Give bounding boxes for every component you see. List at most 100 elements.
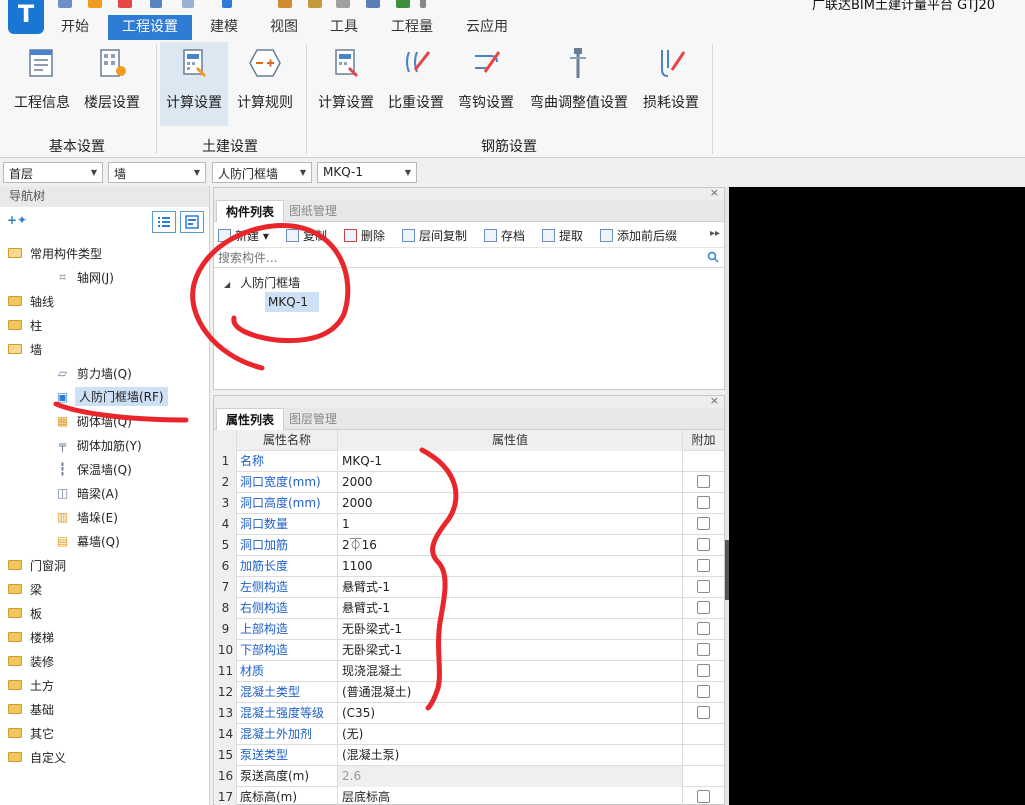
tab-drawing-management[interactable]: 图纸管理 (280, 200, 346, 222)
property-row[interactable]: 14 混凝土外加剂 (无) (215, 724, 724, 745)
archive-button[interactable]: 存档 (484, 227, 525, 243)
new-icon[interactable] (118, 0, 132, 8)
property-value[interactable]: 无卧梁式-1 (338, 640, 683, 661)
property-row[interactable]: 10 下部构造 无卧梁式-1 (215, 640, 724, 661)
tab-project-settings[interactable]: 工程设置 (108, 15, 192, 40)
property-value[interactable]: 悬臂式-1 (338, 577, 683, 598)
property-value[interactable]: (C35) (338, 703, 683, 724)
property-row[interactable]: 5 洞口加筋 2⏁16 (215, 535, 724, 556)
property-value[interactable]: (无) (338, 724, 683, 745)
tab-property-list[interactable]: 属性列表 (216, 408, 285, 430)
undo-icon[interactable] (150, 0, 162, 8)
property-row[interactable]: 4 洞口数量 1 (215, 514, 724, 535)
property-value[interactable]: (混凝土泵) (338, 745, 683, 766)
sum-icon[interactable] (222, 0, 232, 8)
attach-checkbox[interactable] (697, 685, 710, 698)
attach-checkbox[interactable] (697, 538, 710, 551)
property-row[interactable]: 2 洞口宽度(mm) 2000 (215, 472, 724, 493)
property-value[interactable]: (普通混凝土) (338, 682, 683, 703)
loss-settings-button[interactable]: 损耗设置 (636, 42, 706, 126)
property-row[interactable]: 16 泵送高度(m) 2.6 (215, 766, 724, 787)
copy-button[interactable]: 复制 (286, 227, 327, 243)
bend-adjust-settings-button[interactable]: 弯曲调整值设置 (524, 42, 634, 126)
tab-start[interactable]: 开始 (54, 15, 96, 40)
component-type-select[interactable]: 人防门框墙 ▼ (212, 162, 312, 183)
attach-checkbox[interactable] (697, 559, 710, 572)
share-icon[interactable] (336, 0, 350, 8)
table-icon[interactable] (366, 0, 380, 8)
collapse-triangle-icon[interactable]: ◢ (224, 280, 230, 289)
tab-modeling[interactable]: 建模 (200, 15, 248, 40)
property-row[interactable]: 1 名称 MKQ-1 (215, 451, 724, 472)
attach-checkbox[interactable] (697, 580, 710, 593)
property-row[interactable]: 6 加筋长度 1100 (215, 556, 724, 577)
property-row[interactable]: 15 泵送类型 (混凝土泵) (215, 745, 724, 766)
redo-icon[interactable] (182, 0, 194, 8)
close-icon[interactable]: × (710, 394, 719, 407)
calc-rules-button[interactable]: 计算规则 (230, 42, 300, 126)
tab-layer-management[interactable]: 图层管理 (280, 408, 346, 430)
property-value[interactable]: 现浇混凝土 (338, 661, 683, 682)
check-icon[interactable] (308, 0, 322, 8)
component-tree-item-selected[interactable]: MKQ-1 (265, 292, 319, 312)
property-row[interactable]: 8 右侧构造 悬臂式-1 (215, 598, 724, 619)
attach-checkbox[interactable] (697, 622, 710, 635)
more-icon[interactable] (420, 0, 426, 8)
attach-checkbox[interactable] (697, 664, 710, 677)
component-search-input[interactable] (218, 250, 698, 266)
property-value[interactable]: 2000 (338, 472, 683, 493)
tab-component-list[interactable]: 构件列表 (216, 200, 285, 222)
attach-checkbox[interactable] (697, 475, 710, 488)
floor-select[interactable]: 首层 ▼ (3, 162, 103, 183)
property-row[interactable]: 3 洞口高度(mm) 2000 (215, 493, 724, 514)
attach-checkbox[interactable] (697, 790, 710, 803)
save-icon[interactable] (58, 0, 72, 8)
property-row[interactable]: 11 材质 现浇混凝土 (215, 661, 724, 682)
open-icon[interactable] (88, 0, 102, 8)
density-settings-button[interactable]: 比重设置 (382, 42, 450, 126)
list-view-button[interactable] (152, 211, 176, 233)
attach-checkbox[interactable] (697, 517, 710, 530)
icon-view-button[interactable] (180, 211, 204, 233)
component-select[interactable]: MKQ-1 ▼ (317, 162, 417, 183)
property-value[interactable]: 层底标高 (338, 787, 683, 805)
project-info-button[interactable]: 工程信息 (8, 42, 76, 126)
property-row[interactable]: 13 混凝土强度等级 (C35) (215, 703, 724, 724)
tab-quantities[interactable]: 工程量 (382, 15, 442, 40)
rebar-calc-settings-button[interactable]: 计算设置 (312, 42, 380, 126)
app-logo-icon[interactable]: T (8, 0, 44, 34)
add-icon[interactable]: +✦ (7, 213, 27, 227)
property-value[interactable]: 1100 (338, 556, 683, 577)
property-value[interactable]: 2000 (338, 493, 683, 514)
attach-checkbox[interactable] (697, 601, 710, 614)
delete-button[interactable]: 删除 (344, 227, 385, 243)
property-value[interactable]: 1 (338, 514, 683, 535)
more-icon[interactable]: ▸▸ (710, 228, 720, 239)
tab-cloud-apps[interactable]: 云应用 (456, 15, 518, 40)
new-button[interactable]: 新建 ▾ (218, 227, 269, 243)
drawing-canvas[interactable] (729, 187, 1025, 805)
property-value[interactable]: 悬臂式-1 (338, 598, 683, 619)
attach-checkbox[interactable] (697, 706, 710, 719)
extract-button[interactable]: 提取 (542, 227, 583, 243)
tab-view[interactable]: 视图 (262, 15, 306, 40)
close-icon[interactable]: × (710, 186, 719, 199)
grid-icon[interactable] (396, 0, 410, 8)
attach-checkbox[interactable] (697, 643, 710, 656)
property-row[interactable]: 9 上部构造 无卧梁式-1 (215, 619, 724, 640)
property-row[interactable]: 17 底标高(m) 层底标高 (215, 787, 724, 805)
property-value[interactable]: MKQ-1 (338, 451, 683, 472)
add-prefix-suffix-button[interactable]: 添加前后缀 (600, 227, 677, 243)
attach-checkbox[interactable] (697, 496, 710, 509)
copy-between-floors-button[interactable]: 层间复制 (402, 227, 467, 243)
floor-settings-button[interactable]: 楼层设置 (78, 42, 146, 126)
property-row[interactable]: 12 混凝土类型 (普通混凝土) (215, 682, 724, 703)
property-value[interactable]: 2⏁16 (338, 535, 683, 556)
property-value[interactable]: 无卧梁式-1 (338, 619, 683, 640)
tab-tools[interactable]: 工具 (322, 15, 366, 40)
hook-settings-button[interactable]: 弯钩设置 (452, 42, 520, 126)
search-icon[interactable] (707, 251, 719, 263)
property-value[interactable]: 2.6 (338, 766, 683, 787)
category-select[interactable]: 墙 ▼ (108, 162, 206, 183)
civil-calc-settings-button[interactable]: 计算设置 (160, 42, 228, 126)
